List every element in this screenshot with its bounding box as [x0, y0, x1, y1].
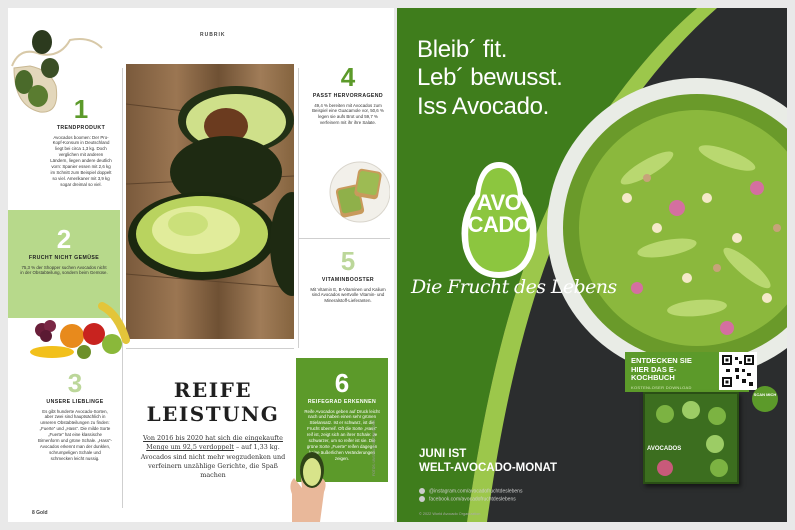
right-advertisement-page: Bleib´ fit. Leb´ bewusst. Iss Avocado. A…	[397, 8, 787, 522]
avocado-logo-text: AVO CADO	[457, 192, 541, 235]
event-line-1: JUNI IST	[419, 448, 467, 460]
fact-text: Avocados boomen: Der Pro-Kopf-Konsum in …	[50, 134, 112, 188]
article-headline: REIFE LEISTUNG	[138, 378, 288, 426]
social-links: @instagram.com/avocadofruchtdeslebens fa…	[419, 488, 522, 504]
fact-title: UNSERE LIEBLINGE	[46, 399, 104, 405]
ad-headline-line-1: Bleib´ fit.	[417, 36, 508, 63]
fact-number: 5	[340, 246, 356, 276]
section-label: RUBRIK	[200, 32, 226, 38]
facebook-icon	[419, 495, 425, 502]
fact-number: 2	[56, 224, 72, 254]
ecookbook-cover-image	[643, 392, 739, 484]
qr-code[interactable]	[719, 352, 757, 390]
headline-line-1: REIFE	[173, 378, 253, 402]
ecookbook-title: AVOCADOS	[647, 446, 682, 452]
event-line-2: WELT-AVOCADO-MONAT	[419, 461, 557, 474]
guacamole-plate-image	[329, 161, 390, 223]
ad-headline-line-2: Leb´ bewusst.	[417, 64, 563, 92]
ad-headline-line-3: Iss Avocado.	[417, 92, 550, 120]
logo-line-1: AVO	[476, 190, 522, 215]
brand-tagline: Die Frucht des Lebens	[411, 276, 617, 298]
logo-line-2: CADO	[467, 211, 531, 237]
instagram-icon	[419, 488, 425, 494]
fact-text: Es gibt hunderte Avocado-Sorten, aber zw…	[38, 408, 112, 462]
fact-title: VITAMINBOOSTER	[321, 277, 375, 283]
fact-item-5: 5 VITAMINBOOSTER Mit Vitamin E, B-Vitami…	[308, 248, 388, 304]
page-folio: 8 Gold	[32, 510, 48, 516]
fact-title: REIFEGRAD ERKENNEN	[307, 399, 377, 405]
fact-number: 3	[67, 368, 83, 398]
facebook-link[interactable]: facebook.com/avocadofruchtdeslebens	[419, 495, 522, 504]
fact-number: 1	[73, 94, 89, 124]
article-lead: Von 2016 bis 2020 hat sich die eingekauf…	[140, 434, 286, 480]
fact-item-3: 3 UNSERE LIEBLINGE Es gibt hunderte Avoc…	[38, 370, 112, 462]
fact-item-4: 4 PASST HERVORRAGEND 49,4 % bereiten mit…	[308, 64, 388, 126]
qr-code-icon	[722, 355, 754, 387]
fact-text: 49,4 % bereiten mit Avocados zum Beispie…	[312, 102, 384, 126]
fact-title: FRUCHT NICHT GEMÜSE	[28, 255, 100, 261]
promo-title: ENTDECKEN SIE HIER DAS E-KOCHBUCH	[631, 356, 692, 383]
fact-title: PASST HERVORRAGEND	[312, 93, 384, 99]
fact-item-1: 1 TRENDPRODUKT Avocados boomen: Der Pro-…	[50, 96, 112, 188]
fact-title: TRENDPRODUKT	[56, 125, 106, 131]
world-avocado-month-text: JUNI IST WELT-AVOCADO-MONAT	[419, 448, 557, 476]
fact-number: 6	[334, 368, 350, 398]
ad-headline: Bleib´ fit. Leb´ bewusst. Iss Avocado.	[417, 36, 617, 121]
fruit-basket-image	[30, 302, 130, 359]
scan-badge: SCAN MICH	[752, 386, 778, 412]
photo-credit: FOTOS: UNSPLASH/ADOBESTOCK	[372, 419, 376, 476]
instagram-handle: @instagram.com/avocadofruchtdeslebens	[429, 488, 523, 495]
fact-text: Mit Vitamin E, B-Vitaminen und Kalium si…	[310, 286, 386, 304]
copyright-text: © 2022 World Avocado Organization	[419, 512, 481, 516]
hand-holding-avocado-image	[290, 452, 326, 522]
left-magazine-page: RUBRIK 1 TRENDPRODUKT Avocados boomen: D…	[8, 8, 394, 522]
facebook-handle: facebook.com/avocadofruchtdeslebens	[429, 496, 516, 503]
instagram-link[interactable]: @instagram.com/avocadofruchtdeslebens	[419, 488, 522, 496]
headline-line-2: LEISTUNG	[146, 402, 280, 426]
fact-number: 4	[340, 62, 356, 92]
fact-text: 75,3 % der Shopper suchen Avocados nicht…	[20, 264, 108, 276]
avocado-halves-photo	[126, 64, 294, 339]
